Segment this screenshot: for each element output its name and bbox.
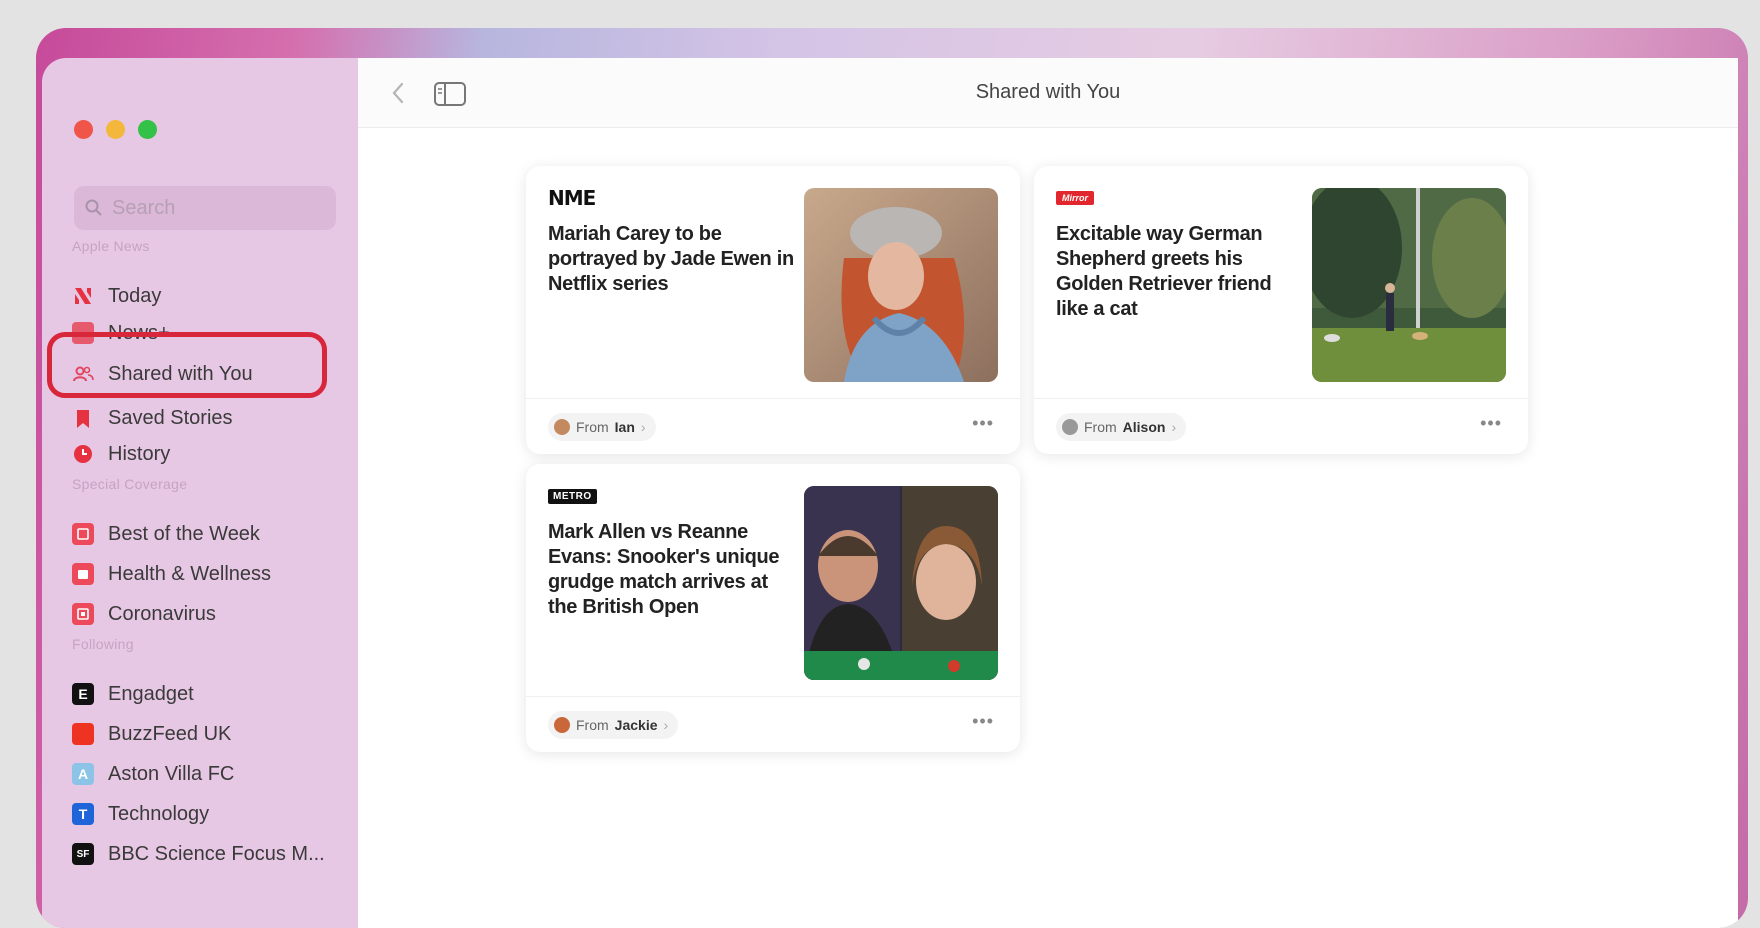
story-thumbnail[interactable] — [804, 486, 998, 680]
more-options-button[interactable]: ••• — [972, 711, 994, 732]
card-footer: From Alison › ••• — [1034, 398, 1528, 454]
from-name: Alison — [1122, 419, 1166, 435]
coronavirus-icon — [72, 603, 94, 625]
from-prefix: From — [576, 717, 609, 733]
from-name: Jackie — [614, 717, 658, 733]
technology-icon: T — [72, 803, 94, 825]
search-icon — [85, 199, 102, 216]
sidebar-item-label: Engadget — [108, 682, 194, 705]
sidebar-item-label: BuzzFeed UK — [108, 722, 232, 745]
story-thumbnail[interactable] — [804, 188, 998, 382]
search-placeholder: Search — [112, 196, 176, 219]
publisher-name: METRO — [548, 488, 597, 504]
sidebar-item-history[interactable]: History — [72, 434, 332, 474]
close-window-button[interactable] — [74, 120, 93, 139]
from-sender-pill[interactable]: From Alison › — [1056, 413, 1187, 441]
from-sender-pill[interactable]: From Jackie › — [548, 711, 679, 739]
app-window: Search Apple News Today News+ Shared wit… — [36, 28, 1748, 928]
chevron-right-icon: › — [1171, 419, 1177, 435]
sidebar-item-buzzfeed-uk[interactable]: BuzzFeed UK — [72, 714, 332, 754]
bookmark-icon — [72, 408, 94, 430]
apple-news-icon — [72, 285, 94, 307]
engadget-icon: E — [72, 683, 94, 705]
sidebar-item-label: Best of the Week — [108, 522, 260, 545]
story-card[interactable]: Mirror Excitable way German Shepherd gre… — [1034, 166, 1528, 454]
sidebar-item-label: Health & Wellness — [108, 562, 272, 585]
sidebar-item-best-of-the-week[interactable]: Best of the Week — [72, 514, 332, 554]
buzzfeed-icon — [72, 723, 94, 745]
publisher-name: NME — [548, 186, 596, 210]
story-thumbnail[interactable] — [1312, 188, 1506, 382]
best-of-week-icon — [72, 523, 94, 545]
window-controls — [74, 120, 157, 139]
sidebar-item-technology[interactable]: T Technology — [72, 794, 332, 834]
sidebar-item-coronavirus[interactable]: Coronavirus — [72, 594, 332, 634]
from-name: Ian — [614, 419, 635, 435]
story-headline[interactable]: Excitable way German Shepherd greets his… — [1056, 222, 1304, 322]
from-prefix: From — [1084, 419, 1117, 435]
zoom-window-button[interactable] — [138, 120, 157, 139]
story-card[interactable]: NME Mariah Carey to be portrayed by Jade… — [526, 166, 1020, 454]
sidebar-item-today[interactable]: Today — [72, 276, 332, 316]
card-footer: From Ian › ••• — [526, 398, 1020, 454]
section-title-apple-news: Apple News — [72, 238, 150, 254]
minimize-window-button[interactable] — [106, 120, 125, 139]
sidebar-item-label: Saved Stories — [108, 407, 233, 429]
publisher-logo-mirror: Mirror — [1056, 188, 1095, 208]
main-content: Shared with You NME Mariah Carey to be p… — [358, 58, 1738, 928]
from-prefix: From — [576, 419, 609, 435]
selection-highlight-ring — [47, 332, 327, 398]
sidebar-item-label: Technology — [108, 802, 210, 825]
clock-icon — [72, 443, 94, 465]
aston-villa-icon: A — [72, 763, 94, 785]
snooker-photo — [804, 486, 998, 680]
section-title-special-coverage: Special Coverage — [72, 476, 188, 492]
sidebar-item-aston-villa[interactable]: A Aston Villa FC — [72, 754, 332, 794]
sidebar-item-bbc-science-focus[interactable]: SF BBC Science Focus M... — [72, 834, 332, 874]
avatar — [554, 419, 570, 435]
publisher-logo-nme: NME — [548, 186, 596, 210]
sidebar-item-label: BBC Science Focus M... — [108, 842, 325, 865]
park-photo — [1312, 188, 1506, 382]
chevron-right-icon: › — [663, 717, 669, 733]
more-options-button[interactable]: ••• — [972, 413, 994, 434]
toolbar: Shared with You — [358, 58, 1738, 128]
page-title: Shared with You — [975, 81, 1121, 103]
more-options-button[interactable]: ••• — [1480, 413, 1502, 434]
portrait-photo — [804, 188, 998, 382]
sidebar-item-saved-stories[interactable]: Saved Stories — [72, 396, 332, 430]
publisher-logo-metro: METRO — [548, 486, 597, 506]
sidebar-item-label: Aston Villa FC — [108, 762, 235, 785]
health-icon — [72, 563, 94, 585]
story-headline[interactable]: Mariah Carey to be portrayed by Jade Ewe… — [548, 222, 796, 297]
publisher-name: Mirror — [1056, 191, 1095, 205]
science-focus-icon: SF — [72, 843, 94, 865]
card-footer: From Jackie › ••• — [526, 696, 1020, 752]
sidebar: Search Apple News Today News+ Shared wit… — [42, 58, 358, 928]
sidebar-item-label: Coronavirus — [108, 602, 216, 625]
sidebar-item-health-wellness[interactable]: Health & Wellness — [72, 554, 332, 594]
section-title-following: Following — [72, 636, 134, 652]
story-card[interactable]: METRO Mark Allen vs Reanne Evans: Snooke… — [526, 464, 1020, 752]
story-headline[interactable]: Mark Allen vs Reanne Evans: Snooker's un… — [548, 520, 796, 620]
avatar — [554, 717, 570, 733]
sidebar-item-label: History — [108, 442, 171, 465]
from-sender-pill[interactable]: From Ian › — [548, 413, 656, 441]
sidebar-item-label: Today — [108, 284, 162, 307]
search-field[interactable]: Search — [74, 186, 336, 230]
chevron-right-icon: › — [640, 419, 646, 435]
avatar — [1062, 419, 1078, 435]
sidebar-item-engadget[interactable]: E Engadget — [72, 674, 332, 714]
